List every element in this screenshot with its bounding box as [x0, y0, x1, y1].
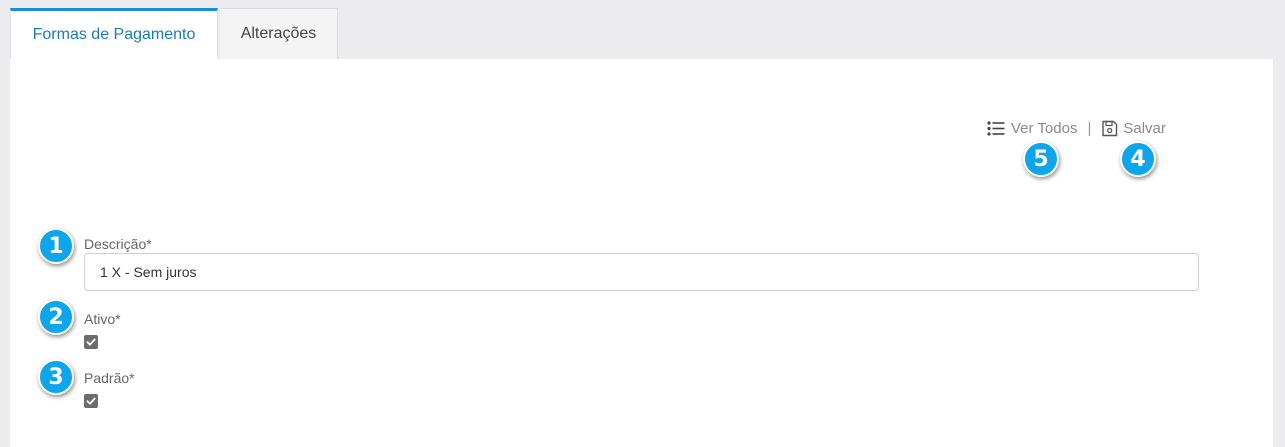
view-all-label: Ver Todos [1011, 119, 1078, 137]
toolbar: Ver Todos | Salvar [987, 117, 1166, 139]
tab-formas-de-pagamento[interactable]: Formas de Pagamento [10, 8, 218, 59]
checkmark-icon [86, 338, 96, 346]
view-all-button[interactable]: Ver Todos [987, 120, 1077, 137]
callout-badge-2: 2 [38, 299, 74, 335]
ativo-label: Ativo* [84, 311, 121, 327]
callout-badge-4: 4 [1120, 141, 1156, 177]
padrao-label: Padrão* [84, 370, 135, 386]
descricao-label: Descrição* [84, 236, 152, 252]
list-icon [987, 120, 1005, 136]
callout-badge-3: 3 [38, 359, 74, 395]
toolbar-separator: | [1087, 119, 1092, 137]
save-label: Salvar [1123, 119, 1166, 137]
save-button[interactable]: Salvar [1101, 120, 1166, 137]
checkmark-icon [86, 397, 96, 405]
callout-badge-5: 5 [1023, 141, 1059, 177]
ativo-checkbox[interactable] [84, 335, 98, 349]
padrao-checkbox[interactable] [84, 394, 98, 408]
tab-alteracoes[interactable]: Alterações [220, 8, 338, 59]
floppy-disk-icon [1102, 120, 1118, 136]
descricao-input[interactable] [84, 253, 1199, 291]
tab-bar: Formas de Pagamento Alterações [10, 8, 338, 59]
callout-badge-1: 1 [38, 228, 74, 264]
